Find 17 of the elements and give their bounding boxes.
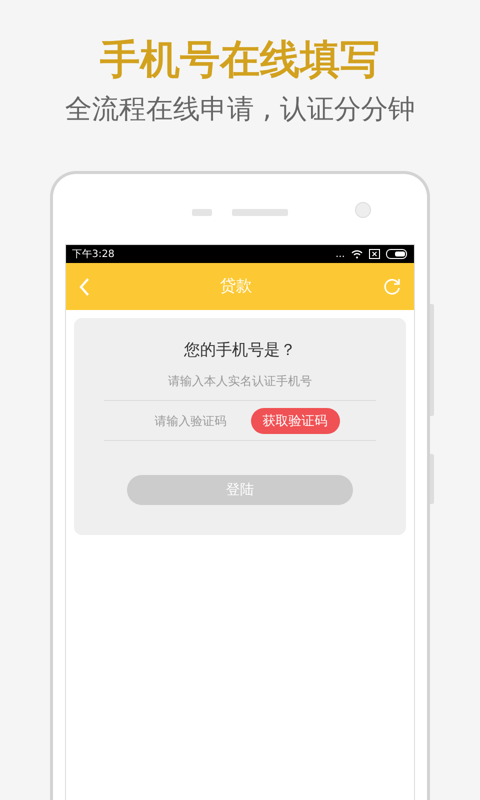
subheadline: 全流程在线申请 , 认证分分钟 — [65, 93, 415, 127]
code-input[interactable]: 请输入验证码 — [140, 412, 240, 428]
status-time: 下午3:28 — [72, 248, 116, 261]
sim-icon — [369, 249, 380, 259]
headline: 手机号在线填写 — [100, 36, 380, 85]
wifi-icon — [351, 249, 363, 259]
status-dots: ... — [335, 248, 345, 260]
battery-icon — [386, 249, 408, 259]
camera — [355, 202, 371, 218]
earpiece — [232, 208, 288, 216]
back-icon[interactable] — [78, 276, 90, 296]
sensor — [192, 208, 212, 216]
get-code-button[interactable]: 获取验证码 — [250, 408, 340, 434]
nav-title: 贷款 — [220, 276, 252, 297]
phone-input[interactable]: 请输入本人实名认证手机号 — [104, 372, 376, 388]
refresh-icon[interactable] — [382, 276, 402, 296]
question-text: 您的手机号是？ — [184, 340, 296, 361]
